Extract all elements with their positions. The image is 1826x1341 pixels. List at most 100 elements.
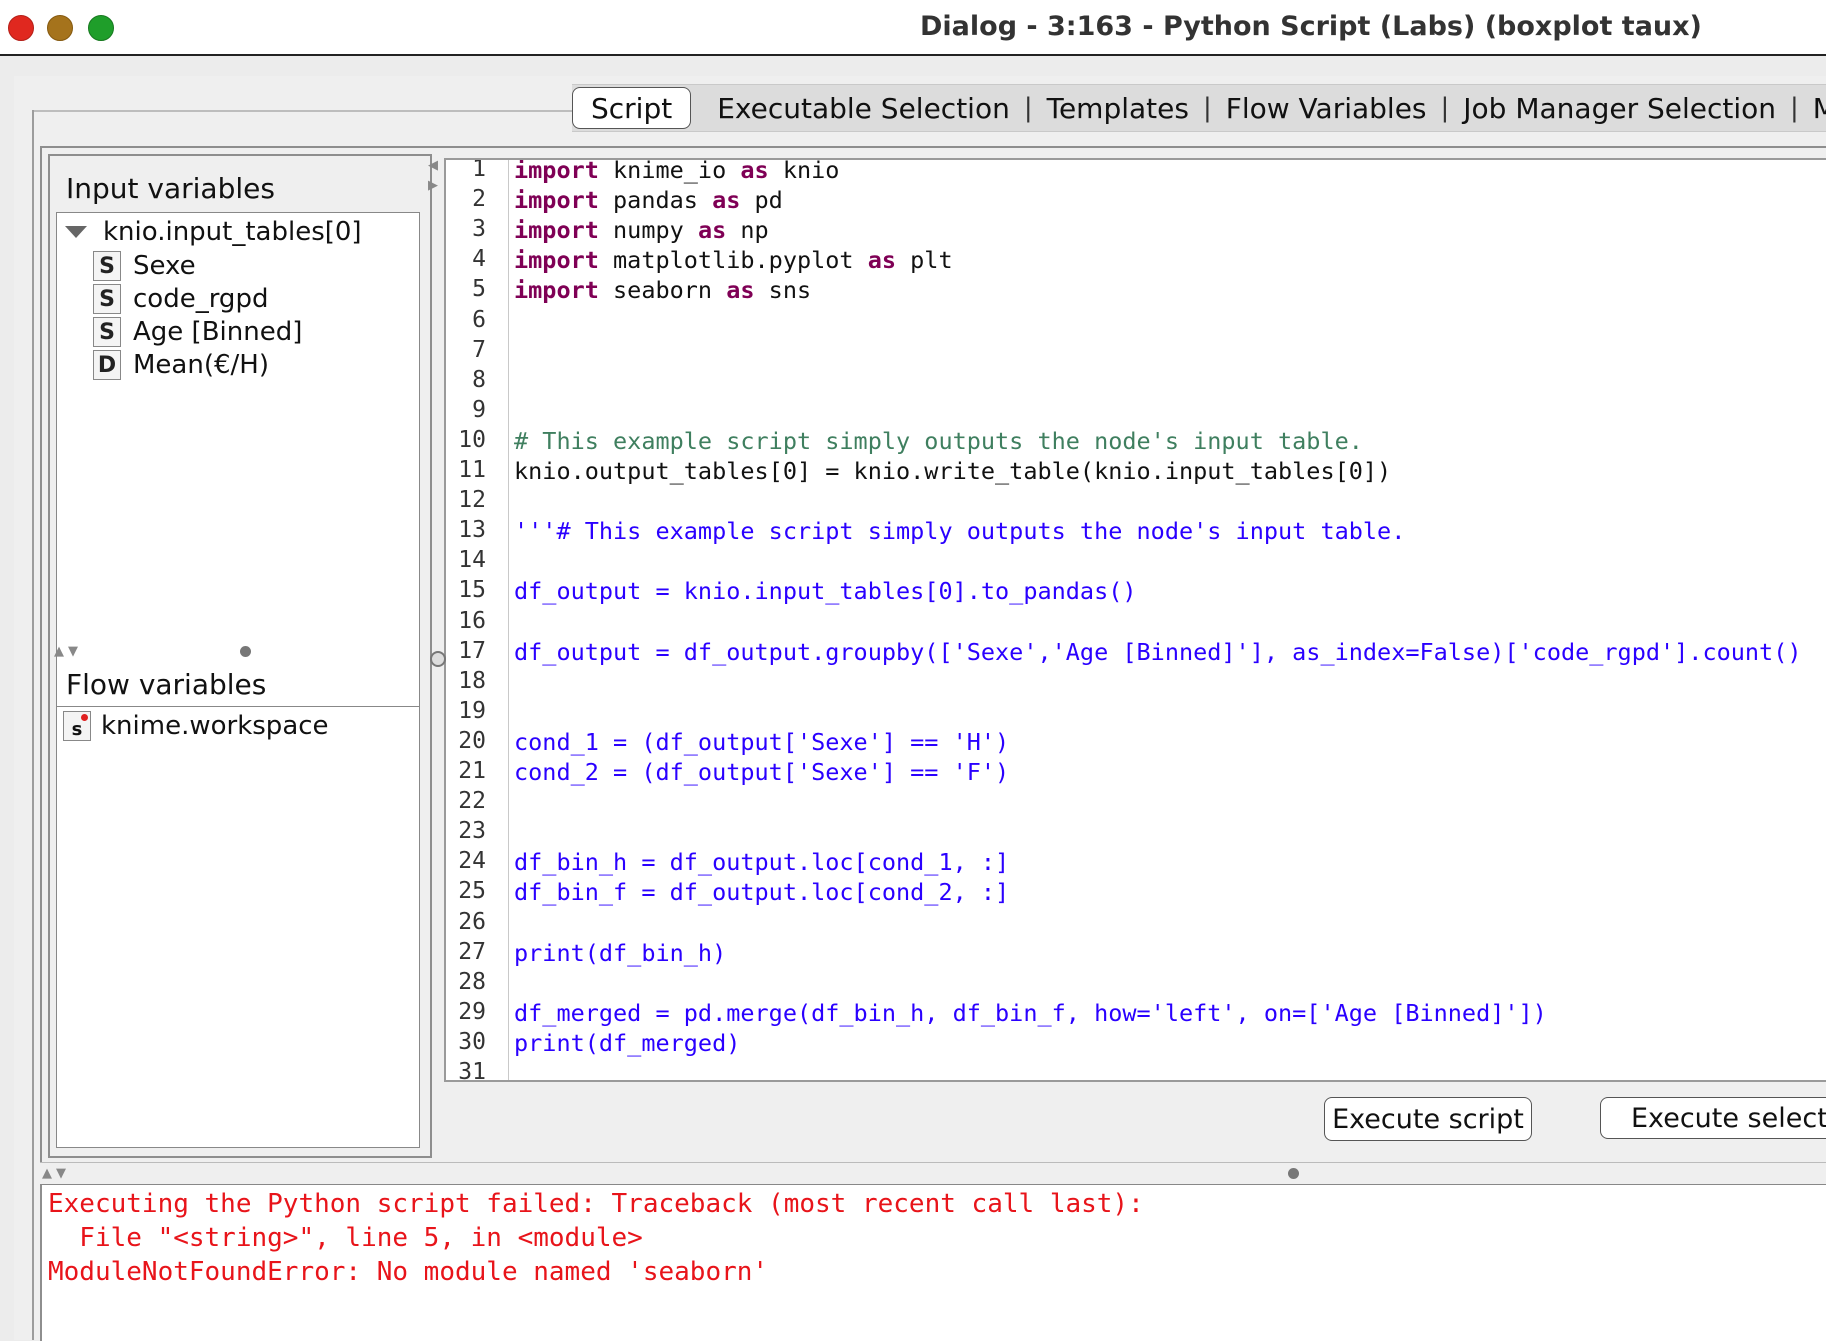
line-number: 15 [458, 577, 486, 604]
line-number: 30 [458, 1028, 486, 1055]
line-number: 14 [458, 547, 486, 574]
tab-separator: | [1440, 93, 1450, 123]
tab-flow-variables[interactable]: Flow Variables [1212, 86, 1441, 130]
line-number: 27 [458, 938, 486, 965]
tree-node-input-table[interactable]: knio.input_tables[0] [65, 217, 362, 247]
line-number: 21 [458, 758, 486, 784]
code-line[interactable]: cond_1 = (df_output['Sexe'] == 'H') [514, 728, 1009, 756]
line-number: 8 [472, 366, 486, 393]
line-number: 3 [472, 216, 486, 243]
tab-executable-selection[interactable]: Executable Selection [703, 86, 1024, 130]
input-variables-tree: knio.input_tables[0] S Sexe S code_rgpd … [56, 212, 420, 742]
line-number: 7 [472, 336, 486, 363]
line-number: 10 [458, 426, 486, 453]
string-type-icon: S [93, 284, 121, 314]
line-number: 12 [458, 487, 486, 514]
line-number: 6 [472, 306, 486, 333]
line-number: 1 [472, 158, 486, 182]
line-number: 31 [458, 1059, 486, 1082]
variables-panel: Input variables knio.input_tables[0] S S… [48, 154, 432, 1158]
line-number: 26 [458, 908, 486, 935]
tab-script[interactable]: Script [572, 87, 692, 129]
tab-separator: | [1202, 93, 1212, 123]
execute-selected-button[interactable]: Execute selecte [1600, 1097, 1826, 1139]
code-line[interactable]: import numpy as np [514, 216, 769, 244]
minimize-window-button[interactable] [47, 15, 73, 41]
collapse-arrows-icon[interactable]: ◀ ▶ [428, 156, 444, 196]
splitter-handle[interactable] [1288, 1168, 1299, 1179]
line-number: 11 [458, 457, 486, 483]
column-name: Sexe [133, 251, 196, 281]
line-number: 18 [458, 667, 486, 694]
flow-variable-item[interactable]: s knime.workspace [63, 711, 329, 741]
frame-border [32, 110, 38, 1340]
column-name: code_rgpd [133, 284, 269, 314]
input-variables-header: Input variables [66, 172, 275, 205]
column-item[interactable]: S Age [Binned] [93, 317, 302, 347]
double-type-icon: D [93, 350, 121, 380]
splitter-arrows-icon[interactable]: ▲▼ [54, 644, 82, 659]
title-bar: Dialog - 3:163 - Python Script (Labs) (b… [0, 0, 1826, 56]
tab-strip: Script Executable Selection | Templates … [572, 84, 1826, 132]
code-line[interactable]: import knime_io as knio [514, 160, 839, 184]
column-name: Age [Binned] [133, 317, 303, 347]
console-line: ModuleNotFoundError: No module named 'se… [48, 1257, 769, 1287]
expand-arrow-icon[interactable] [65, 226, 87, 238]
line-number: 4 [472, 246, 486, 273]
code-line[interactable]: print(df_merged) [514, 1029, 740, 1057]
code-line[interactable]: import pandas as pd [514, 186, 783, 214]
line-number: 2 [472, 186, 486, 213]
zoom-window-button[interactable] [88, 15, 114, 41]
code-line[interactable]: df_bin_h = df_output.loc[cond_1, :] [514, 848, 1009, 876]
code-line[interactable]: import matplotlib.pyplot as plt [514, 246, 953, 274]
column-name: Mean(€/H) [133, 350, 269, 380]
code-line[interactable]: knio.output_tables[0] = knio.write_table… [514, 457, 1391, 485]
column-item[interactable]: S code_rgpd [93, 284, 268, 314]
line-number: 29 [458, 998, 486, 1025]
console-line: File "<string>", line 5, in <module> [48, 1223, 643, 1253]
line-number: 28 [458, 968, 486, 995]
code-line[interactable]: # This example script simply outputs the… [514, 427, 1363, 455]
code-line[interactable]: df_output = knio.input_tables[0].to_pand… [514, 577, 1137, 605]
line-number: 24 [458, 848, 486, 875]
line-number: 19 [458, 697, 486, 724]
code-line[interactable]: import seaborn as sns [514, 276, 811, 304]
column-item[interactable]: S Sexe [93, 251, 196, 281]
code-editor[interactable]: 1 2 3 4 5 6 7 8 9 10 11 12 13 14 15 16 17 18 19 20 21 22 23 24 2… [444, 158, 1826, 1082]
string-type-icon: S [93, 251, 121, 281]
tab-separator: | [1790, 93, 1799, 123]
line-number: 13 [458, 517, 486, 544]
line-number: 23 [458, 818, 486, 845]
fold-marker-icon[interactable] [430, 651, 446, 667]
code-line[interactable]: '''# This example script simply outputs … [514, 517, 1405, 545]
line-number: 9 [472, 396, 486, 423]
tab-job-manager-selection[interactable]: Job Manager Selection [1449, 86, 1790, 130]
tab-templates[interactable]: Templates [1033, 86, 1203, 130]
flow-variables-header: Flow variables [66, 668, 267, 701]
column-item[interactable]: D Mean(€/H) [93, 350, 269, 380]
tree-node-label: knio.input_tables[0] [103, 217, 362, 247]
string-type-icon: S [93, 317, 121, 347]
code-line[interactable]: df_merged = pd.merge(df_bin_h, df_bin_f,… [514, 999, 1547, 1027]
tab-separator: | [1023, 93, 1033, 123]
console-splitter[interactable]: ▲▼ [40, 1162, 1826, 1185]
splitter-handle[interactable] [240, 646, 251, 657]
line-number: 20 [458, 727, 486, 754]
line-number: 17 [458, 637, 486, 664]
console-output: Executing the Python script failed: Trac… [40, 1184, 1826, 1341]
code-line[interactable]: df_output = df_output.groupby(['Sexe','A… [514, 638, 1802, 666]
tab-memory[interactable]: Memor [1799, 86, 1826, 130]
line-number: 16 [458, 607, 486, 634]
code-line[interactable]: df_bin_f = df_output.loc[cond_2, :] [514, 878, 1009, 906]
console-line: Executing the Python script failed: Trac… [48, 1189, 1144, 1219]
line-number-gutter: 1 2 3 4 5 6 7 8 9 10 11 12 13 14 15 16 17 18 19 20 21 22 23 24 2… [446, 160, 509, 1080]
flow-variable-name: knime.workspace [101, 711, 329, 741]
window-title: Dialog - 3:163 - Python Script (Labs) (b… [920, 11, 1702, 42]
code-line[interactable]: cond_2 = (df_output['Sexe'] == 'F') [514, 758, 1009, 786]
flow-variable-type: s [71, 719, 83, 740]
splitter-arrows-icon[interactable]: ▲▼ [42, 1166, 70, 1181]
close-window-button[interactable] [8, 15, 34, 41]
execute-script-button[interactable]: Execute script [1324, 1097, 1532, 1141]
line-number: 5 [472, 276, 486, 303]
code-line[interactable]: print(df_bin_h) [514, 939, 726, 967]
